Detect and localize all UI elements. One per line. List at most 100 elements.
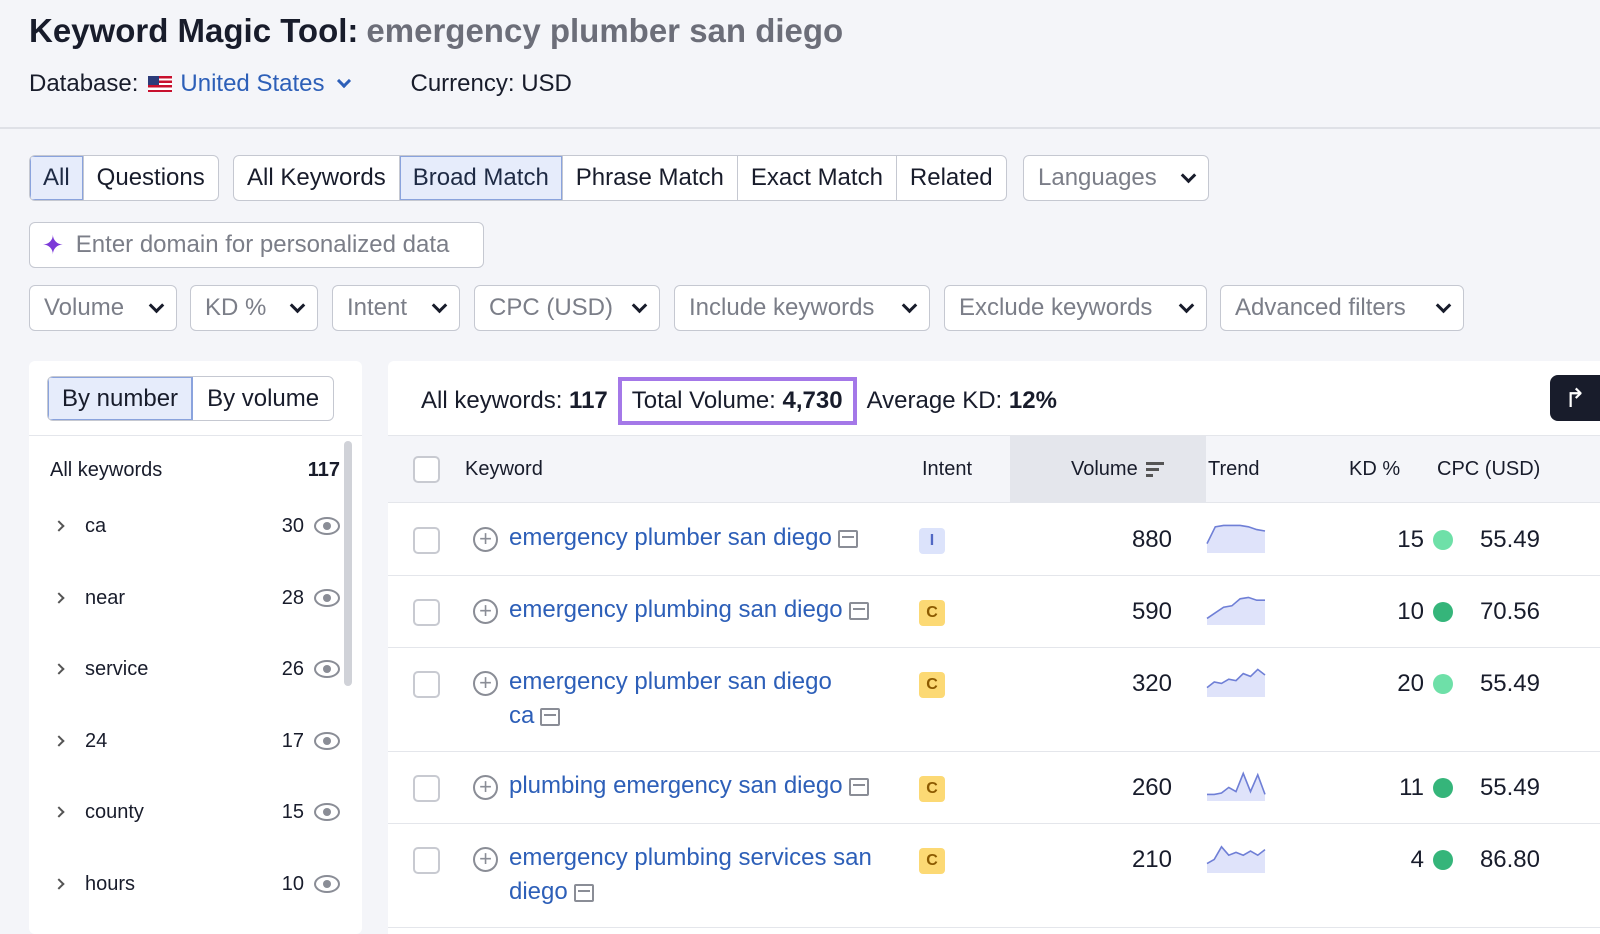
sort-icon[interactable]	[1145, 459, 1164, 480]
kd-value: 15	[1397, 526, 1424, 553]
intent-badge: C	[919, 672, 945, 698]
table-row: + emergency plumbing san diego C 590 10 70.56	[388, 576, 1600, 648]
chevron-down-icon	[289, 297, 306, 313]
filter-cpc[interactable]: CPC (USD)	[474, 285, 660, 331]
column-intent[interactable]: Intent	[922, 458, 972, 481]
filter-advanced[interactable]: Advanced filters	[1220, 285, 1464, 331]
table-row: + emergency plumber san diego I 880 15 55.49	[388, 504, 1600, 576]
keyword-link-continued[interactable]: diego	[509, 878, 568, 905]
chevron-right-icon[interactable]	[53, 592, 65, 604]
question-tabs: All Questions	[29, 155, 219, 201]
group-item[interactable]: ca 30	[53, 511, 340, 541]
average-kd-label: Average KD:	[866, 387, 1003, 414]
filter-volume[interactable]: Volume	[29, 285, 177, 331]
filter-label: Volume	[44, 294, 125, 321]
eye-icon[interactable]	[314, 589, 340, 607]
eye-icon[interactable]	[314, 517, 340, 535]
cpc-value: 55.49	[1479, 774, 1540, 801]
serp-features-icon[interactable]	[848, 777, 869, 796]
domain-field[interactable]: ✦	[29, 222, 484, 268]
row-checkbox[interactable]	[413, 599, 440, 626]
by-volume-button[interactable]: By volume	[193, 377, 333, 420]
tab-phrase-match[interactable]: Phrase Match	[563, 156, 738, 200]
export-button[interactable]: ↱	[1550, 375, 1600, 421]
serp-features-icon[interactable]	[540, 707, 561, 726]
intent-badge: C	[919, 848, 945, 874]
intent-badge: C	[919, 776, 945, 802]
add-to-list-icon[interactable]: +	[473, 847, 498, 872]
serp-features-icon[interactable]	[573, 883, 594, 902]
filter-kd[interactable]: KD %	[190, 285, 318, 331]
group-count: 26	[281, 657, 304, 680]
database-selector[interactable]: United States	[146, 70, 351, 98]
add-to-list-icon[interactable]: +	[473, 775, 498, 800]
group-item[interactable]: 24 17	[53, 726, 340, 756]
tab-related[interactable]: Related	[897, 156, 1006, 200]
table-row: + emergency plumbing services san diego C 21…	[388, 824, 1600, 928]
all-keywords-label: All keywords:	[421, 387, 563, 414]
tab-broad-match[interactable]: Broad Match	[399, 156, 563, 200]
column-kd[interactable]: KD %	[1349, 458, 1400, 481]
chevron-down-icon	[1180, 167, 1197, 183]
keyword-link[interactable]: plumbing emergency san diego	[509, 772, 843, 799]
eye-icon[interactable]	[314, 875, 340, 893]
eye-icon[interactable]	[314, 660, 340, 678]
trend-sparkline	[1206, 845, 1266, 873]
keyword-link[interactable]: emergency plumbing services san	[509, 844, 872, 871]
group-item[interactable]: hours 10	[53, 869, 340, 899]
chevron-right-icon[interactable]	[53, 663, 65, 675]
by-number-button[interactable]: By number	[48, 377, 194, 420]
eye-icon[interactable]	[314, 803, 340, 821]
eye-icon[interactable]	[314, 732, 340, 750]
keyword-cell: emergency plumber san diego ca	[509, 665, 909, 733]
domain-input[interactable]	[75, 231, 466, 259]
column-keyword[interactable]: Keyword	[465, 458, 543, 481]
database-label: Database:	[29, 70, 139, 97]
scrollbar[interactable]	[344, 441, 352, 686]
chevron-right-icon[interactable]	[53, 806, 65, 818]
row-checkbox[interactable]	[413, 527, 440, 554]
serp-features-icon[interactable]	[848, 601, 869, 620]
volume-value: 590	[1131, 598, 1172, 625]
group-sort-toggle: By number By volume	[47, 376, 335, 421]
total-volume-value: 4,730	[782, 387, 843, 414]
row-checkbox[interactable]	[413, 671, 440, 698]
filter-include-keywords[interactable]: Include keywords	[674, 285, 930, 331]
group-item[interactable]: near 28	[53, 583, 340, 613]
trend-sparkline	[1207, 771, 1266, 801]
add-to-list-icon[interactable]: +	[473, 599, 498, 624]
keyword-link[interactable]: emergency plumbing san diego	[509, 596, 843, 623]
tab-all-keywords[interactable]: All Keywords	[234, 156, 400, 200]
filter-intent[interactable]: Intent	[332, 285, 460, 331]
keyword-link[interactable]: emergency plumber san diego	[509, 668, 832, 695]
select-all-checkbox[interactable]	[413, 456, 440, 483]
row-checkbox[interactable]	[413, 775, 440, 802]
filter-exclude-keywords[interactable]: Exclude keywords	[944, 285, 1207, 331]
total-volume-label: Total Volume:	[631, 387, 776, 414]
group-name: 24	[85, 729, 108, 752]
column-volume[interactable]: Volume	[1071, 458, 1164, 481]
kd-difficulty-dot	[1433, 602, 1453, 622]
add-to-list-icon[interactable]: +	[473, 671, 498, 696]
kd-value: 11	[1399, 774, 1424, 801]
chevron-right-icon[interactable]	[53, 520, 65, 532]
group-item[interactable]: service 26	[53, 654, 340, 684]
languages-dropdown[interactable]: Languages	[1023, 155, 1209, 201]
group-item[interactable]: county 15	[53, 797, 340, 827]
group-all-keywords[interactable]: All keywords 117	[50, 459, 340, 482]
chevron-right-icon[interactable]	[53, 878, 65, 890]
column-cpc[interactable]: CPC (USD)	[1437, 458, 1540, 481]
volume-value: 260	[1131, 774, 1172, 801]
tab-all[interactable]: All	[30, 156, 84, 200]
sparkle-icon: ✦	[42, 229, 64, 260]
add-to-list-icon[interactable]: +	[473, 527, 498, 552]
keyword-link[interactable]: emergency plumber san diego	[509, 524, 832, 551]
row-checkbox[interactable]	[413, 847, 440, 874]
tab-exact-match[interactable]: Exact Match	[738, 156, 897, 200]
chevron-right-icon[interactable]	[53, 735, 65, 747]
languages-label: Languages	[1038, 164, 1157, 191]
serp-features-icon[interactable]	[837, 529, 858, 548]
group-name: county	[85, 800, 144, 823]
keyword-link-continued[interactable]: ca	[509, 702, 534, 729]
tab-questions[interactable]: Questions	[84, 156, 218, 200]
